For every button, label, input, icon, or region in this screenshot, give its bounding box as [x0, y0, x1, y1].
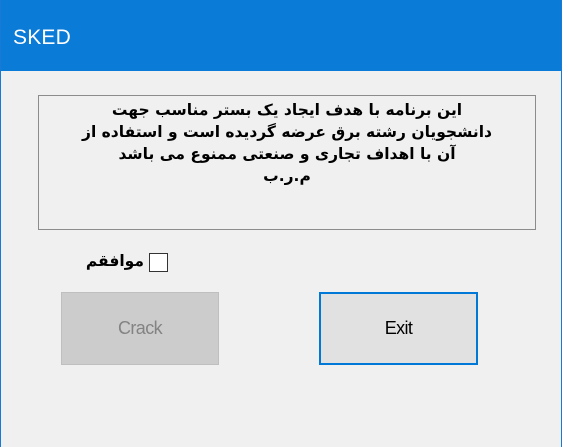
window-title: SKED: [13, 26, 71, 49]
exit-button[interactable]: Exit: [319, 292, 478, 365]
agree-checkbox[interactable]: [149, 253, 168, 272]
agree-label[interactable]: موافقم: [86, 252, 144, 270]
sked-window: SKED این برنامه با هدف ایجاد یک بستر منا…: [0, 0, 562, 447]
disclaimer-signature: م.ر.ب: [263, 167, 311, 185]
agree-checkbox-row[interactable]: موافقم: [1, 251, 176, 277]
disclaimer-box: این برنامه با هدف ایجاد یک بستر مناسب جه…: [38, 95, 536, 230]
crack-button[interactable]: Crack: [61, 292, 219, 365]
disclaimer-line: آن با اهداف تجاری و صنعتی ممنوع می باشد: [118, 145, 456, 163]
disclaimer-line: این برنامه با هدف ایجاد یک بستر مناسب جه…: [111, 101, 463, 119]
disclaimer-line: دانشجویان رشته برق عرضه گردیده است و است…: [82, 123, 492, 141]
title-bar[interactable]: SKED: [1, 0, 561, 71]
disclaimer-text: این برنامه با هدف ایجاد یک بستر مناسب جه…: [45, 99, 529, 187]
